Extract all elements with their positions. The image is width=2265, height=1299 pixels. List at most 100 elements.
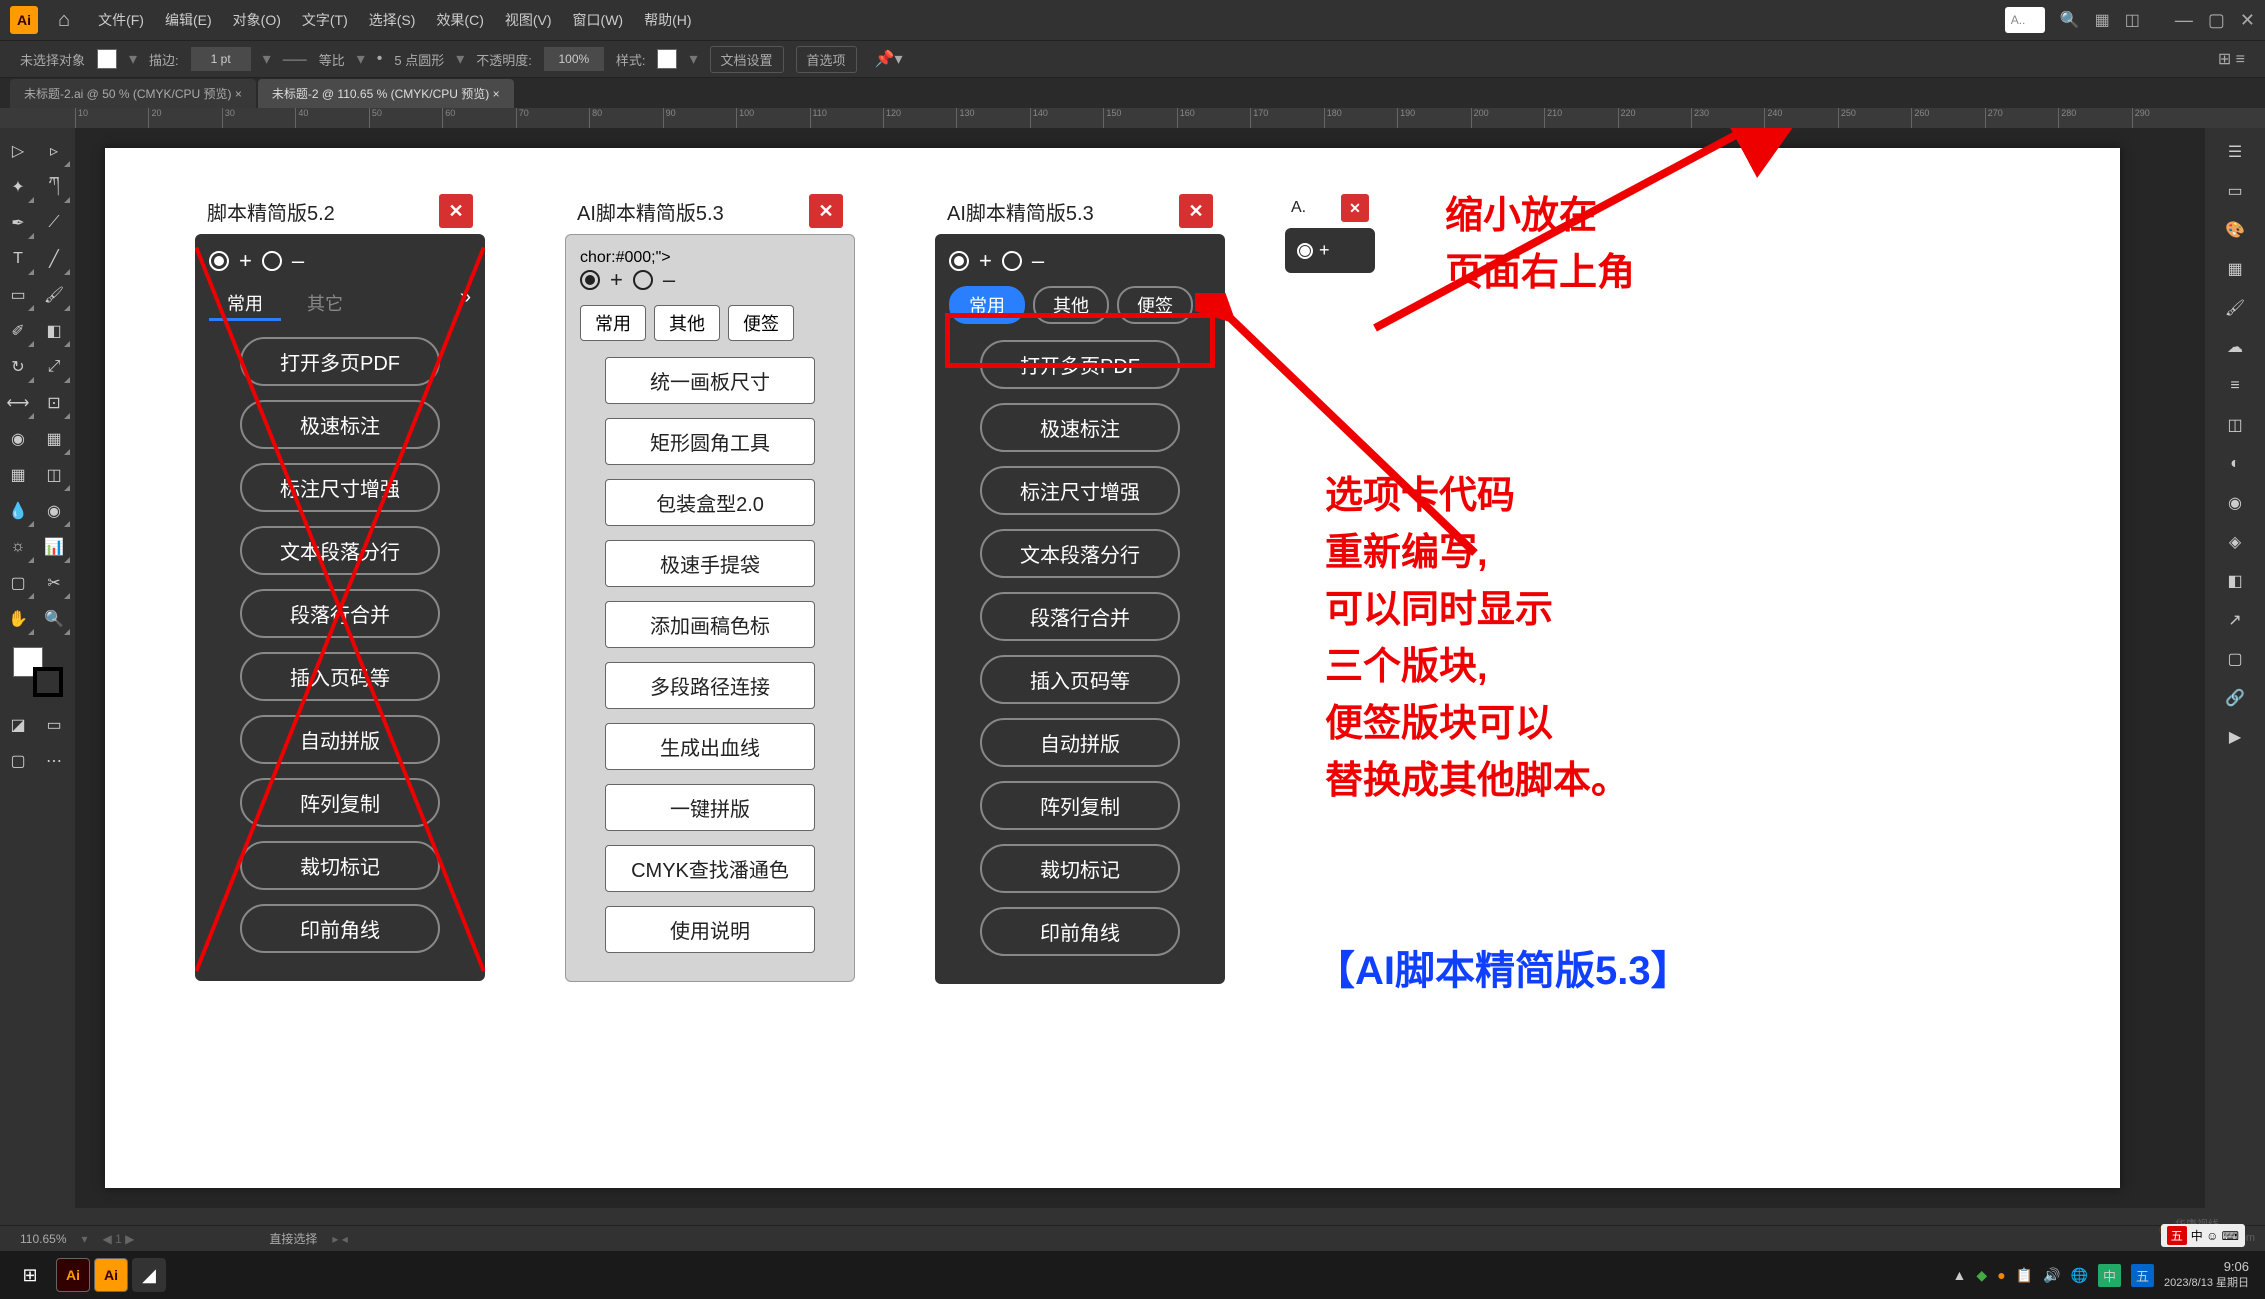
pen-tool[interactable]: ✒ bbox=[0, 205, 36, 241]
magic-wand-tool[interactable]: ✦ bbox=[0, 169, 36, 205]
pin-icon[interactable]: 📌▾ bbox=[875, 49, 903, 69]
menu-edit[interactable]: 编辑(E) bbox=[157, 10, 220, 30]
doc-tab-2[interactable]: 未标题-2 @ 110.65 % (CMYK/CPU 预览) × bbox=[258, 79, 514, 108]
menu-view[interactable]: 视图(V) bbox=[497, 10, 560, 30]
script-button[interactable]: 裁切标记 bbox=[980, 844, 1180, 893]
script-button[interactable]: 统一画板尺寸 bbox=[605, 357, 815, 404]
layout-icon[interactable]: ▦ bbox=[2095, 10, 2110, 30]
tray-icon[interactable]: 📋 bbox=[2016, 1267, 2033, 1284]
tab-common[interactable]: 常用 bbox=[580, 305, 646, 341]
close-icon[interactable]: ✕ bbox=[2240, 10, 2255, 31]
appearance-icon[interactable]: ◉ bbox=[2213, 484, 2258, 522]
radio-on-icon[interactable] bbox=[949, 251, 969, 271]
properties-icon[interactable]: ☰ bbox=[2213, 133, 2258, 171]
ime-indicator[interactable]: 五 中 ☺ ⌨ bbox=[2161, 1224, 2245, 1247]
maximize-icon[interactable]: ▢ bbox=[2208, 10, 2225, 31]
script-button[interactable]: 多段路径连接 bbox=[605, 662, 815, 709]
script-button[interactable]: 文本段落分行 bbox=[980, 529, 1180, 578]
close-button[interactable]: ✕ bbox=[1179, 194, 1213, 228]
shaper-tool[interactable]: ✐ bbox=[0, 313, 36, 349]
prefs-button[interactable]: 首选项 bbox=[796, 46, 857, 73]
hand-tool[interactable]: ✋ bbox=[0, 601, 36, 637]
app-task[interactable]: ◢ bbox=[132, 1258, 166, 1292]
home-icon[interactable]: ⌂ bbox=[58, 9, 70, 32]
gradient-mode[interactable]: ▭ bbox=[36, 707, 72, 743]
stroke-icon[interactable]: ≡ bbox=[2213, 367, 2258, 405]
brushes-icon[interactable]: 🖌 bbox=[2213, 289, 2258, 327]
close-button[interactable]: ✕ bbox=[809, 194, 843, 228]
script-button[interactable]: 插入页码等 bbox=[240, 652, 440, 701]
menu-effect[interactable]: 效果(C) bbox=[428, 10, 491, 30]
ai-task-2[interactable]: Ai bbox=[94, 1258, 128, 1292]
expand-icon[interactable]: » bbox=[460, 286, 471, 321]
ime-tray-2[interactable]: 五 bbox=[2131, 1264, 2154, 1287]
top-search-mini[interactable]: A.. bbox=[2005, 7, 2045, 33]
doc-setup-button[interactable]: 文档设置 bbox=[710, 46, 784, 73]
selection-tool[interactable]: ▷ bbox=[0, 133, 36, 169]
tab-close-icon[interactable]: × bbox=[235, 87, 242, 101]
ime-tray[interactable]: 中 bbox=[2098, 1264, 2121, 1287]
close-button[interactable]: ✕ bbox=[1341, 194, 1369, 222]
script-button[interactable]: 阵列复制 bbox=[980, 781, 1180, 830]
tab-common[interactable]: 常用 bbox=[209, 286, 281, 321]
script-button[interactable]: 生成出血线 bbox=[605, 723, 815, 770]
width-tool[interactable]: ⟷ bbox=[0, 385, 36, 421]
edit-toolbar[interactable]: ⋯ bbox=[36, 743, 72, 779]
menu-select[interactable]: 选择(S) bbox=[361, 10, 424, 30]
script-button[interactable]: 包装盒型2.0 bbox=[605, 479, 815, 526]
tab-other[interactable]: 其他 bbox=[654, 305, 720, 341]
menu-object[interactable]: 对象(O) bbox=[225, 10, 289, 30]
style-swatch[interactable] bbox=[657, 49, 677, 69]
points-label[interactable]: 5 点圆形 bbox=[394, 50, 444, 69]
fill-stroke-control[interactable] bbox=[13, 647, 63, 697]
script-button[interactable]: 印前角线 bbox=[240, 904, 440, 953]
search-icon[interactable]: 🔍 bbox=[2060, 10, 2080, 30]
expand-icon[interactable]: ⊞ ≡ bbox=[2218, 49, 2245, 69]
zoom-tool[interactable]: 🔍 bbox=[36, 601, 72, 637]
screen-mode[interactable]: ▢ bbox=[0, 743, 36, 779]
tab-notes[interactable]: 便签 bbox=[728, 305, 794, 341]
script-button[interactable]: 使用说明 bbox=[605, 906, 815, 953]
eraser-tool[interactable]: ◧ bbox=[36, 313, 72, 349]
script-button[interactable]: 自动拼版 bbox=[980, 718, 1180, 767]
tray-icon[interactable]: ● bbox=[1997, 1267, 2005, 1283]
mesh-tool[interactable]: ▦ bbox=[0, 457, 36, 493]
radio-off-icon[interactable] bbox=[633, 270, 653, 290]
script-button[interactable]: 文本段落分行 bbox=[240, 526, 440, 575]
script-button[interactable]: CMYK查找潘通色 bbox=[605, 845, 815, 892]
layers-icon[interactable]: ◧ bbox=[2213, 562, 2258, 600]
script-button[interactable]: 段落行合并 bbox=[240, 589, 440, 638]
fill-swatch[interactable] bbox=[97, 49, 117, 69]
script-button[interactable]: 标注尺寸增强 bbox=[240, 463, 440, 512]
minimize-icon[interactable]: — bbox=[2175, 10, 2193, 31]
transparency-icon[interactable]: ◐ bbox=[2213, 445, 2258, 483]
graph-tool[interactable]: 📊 bbox=[36, 529, 72, 565]
menu-help[interactable]: 帮助(H) bbox=[636, 10, 699, 30]
start-icon[interactable]: ⊞ bbox=[8, 1255, 52, 1295]
color-mode[interactable]: ◪ bbox=[0, 707, 36, 743]
opacity-input[interactable] bbox=[544, 47, 604, 71]
script-button[interactable]: 自动拼版 bbox=[240, 715, 440, 764]
menu-file[interactable]: 文件(F) bbox=[90, 10, 152, 30]
script-button[interactable]: 段落行合并 bbox=[980, 592, 1180, 641]
curvature-tool[interactable]: ⟋ bbox=[36, 205, 72, 241]
radio-on-icon[interactable] bbox=[580, 270, 600, 290]
gradient-icon[interactable]: ◫ bbox=[2213, 406, 2258, 444]
script-button[interactable]: 一键拼版 bbox=[605, 784, 815, 831]
blend-tool[interactable]: ◉ bbox=[36, 493, 72, 529]
asset-export-icon[interactable]: ↗ bbox=[2213, 601, 2258, 639]
clock[interactable]: 9:06 2023/8/13 星期日 bbox=[2164, 1259, 2257, 1290]
menu-window[interactable]: 窗口(W) bbox=[565, 10, 632, 30]
artboard-tool[interactable]: ▢ bbox=[0, 565, 36, 601]
symbols-icon[interactable]: ☁ bbox=[2213, 328, 2258, 366]
uniform-label[interactable]: 等比 bbox=[319, 50, 345, 69]
rotate-tool[interactable]: ↻ bbox=[0, 349, 36, 385]
free-transform-tool[interactable]: ⊡ bbox=[36, 385, 72, 421]
script-button[interactable]: 阵列复制 bbox=[240, 778, 440, 827]
ai-task-1[interactable]: Ai bbox=[56, 1258, 90, 1292]
script-button[interactable]: 插入页码等 bbox=[980, 655, 1180, 704]
brush-tool[interactable]: 🖌 bbox=[36, 277, 72, 313]
symbol-tool[interactable]: ☼ bbox=[0, 529, 36, 565]
artboards-icon[interactable]: ▢ bbox=[2213, 640, 2258, 678]
menu-type[interactable]: 文字(T) bbox=[294, 10, 356, 30]
